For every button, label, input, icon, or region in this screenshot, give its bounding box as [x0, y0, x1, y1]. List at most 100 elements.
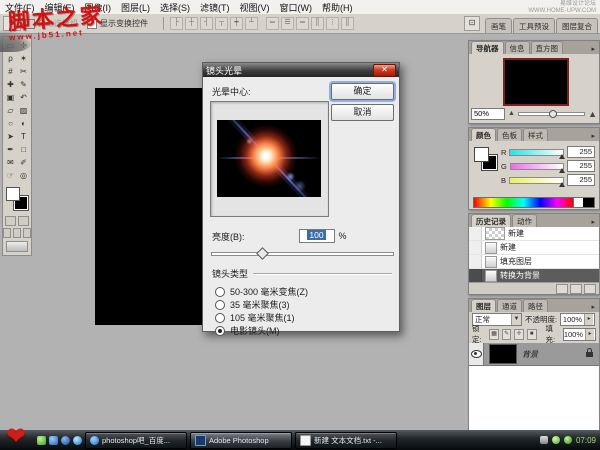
- taskbar-window-photoshop[interactable]: Adobe Photoshop: [190, 432, 292, 449]
- slider-thumb[interactable]: [256, 247, 269, 260]
- menu-select[interactable]: 选择(S): [155, 1, 195, 14]
- lock-pixels-icon[interactable]: ✎: [502, 329, 512, 340]
- slice-tool-icon[interactable]: ✂: [17, 65, 30, 78]
- spectrum-gradient[interactable]: [474, 198, 573, 207]
- eyedropper-tool-icon[interactable]: ✐: [17, 156, 30, 169]
- quicklaunch-icon[interactable]: [49, 436, 58, 445]
- crop-tool-icon[interactable]: #: [4, 65, 17, 78]
- opacity-input[interactable]: 100%▸: [560, 313, 595, 326]
- palette-menu-icon[interactable]: ▸: [589, 132, 597, 141]
- workspace-icon[interactable]: ⊡: [464, 16, 480, 31]
- new-document-from-state-icon[interactable]: [556, 284, 568, 294]
- chevron-icon[interactable]: ▸: [584, 314, 593, 325]
- menu-view[interactable]: 视图(V): [235, 1, 275, 14]
- layer-name[interactable]: 背景: [522, 349, 538, 360]
- gradient-tool-icon[interactable]: ▨: [17, 104, 30, 117]
- tray-input-icon[interactable]: [540, 436, 548, 444]
- fullscreen-menubar-button[interactable]: [13, 228, 21, 238]
- menu-help[interactable]: 帮助(H): [317, 1, 358, 14]
- zoom-in-icon[interactable]: ▲: [588, 109, 597, 119]
- lock-all-icon[interactable]: ■: [527, 329, 537, 340]
- history-item-row-selected[interactable]: 转换为背景: [469, 269, 599, 282]
- show-transform-checkbox[interactable]: 显示变换控件: [87, 18, 148, 29]
- distribute-center-icon[interactable]: ⋮: [326, 17, 339, 30]
- align-bottom-icon[interactable]: ┴: [245, 17, 258, 30]
- chevron-icon[interactable]: ▸: [585, 329, 594, 340]
- blur-tool-icon[interactable]: ○: [4, 117, 17, 130]
- history-source-column[interactable]: [469, 241, 482, 254]
- distribute-bottom-icon[interactable]: ═: [296, 17, 309, 30]
- navigator-thumbnail[interactable]: [503, 58, 569, 106]
- align-middle-icon[interactable]: ┿: [230, 17, 243, 30]
- navigator-zoom-slider[interactable]: [518, 112, 585, 116]
- red-slider-thumb[interactable]: [559, 154, 565, 159]
- flare-preview[interactable]: [217, 120, 321, 197]
- menu-image[interactable]: 图像(I): [80, 1, 117, 14]
- shape-tool-icon[interactable]: □: [17, 143, 30, 156]
- auto-select-checkbox[interactable]: 自动选择组: [25, 18, 78, 29]
- palette-menu-icon[interactable]: ▸: [589, 303, 597, 312]
- history-item-row[interactable]: 填充图层: [469, 255, 599, 269]
- quicklaunch-icon[interactable]: [73, 436, 82, 445]
- blue-slider-thumb[interactable]: [559, 182, 565, 187]
- clock[interactable]: 07:09: [576, 436, 596, 445]
- tab-actions[interactable]: 动作: [512, 214, 537, 227]
- tab-layer-comps[interactable]: 图层复合: [556, 18, 598, 33]
- align-left-icon[interactable]: ├: [170, 17, 183, 30]
- zoom-slider-thumb[interactable]: [549, 110, 557, 118]
- tab-brushes[interactable]: 画笔: [485, 18, 512, 33]
- align-top-icon[interactable]: ┬: [215, 17, 228, 30]
- brush-tool-icon[interactable]: ✎: [17, 78, 30, 91]
- menu-layer[interactable]: 图层(L): [116, 1, 155, 14]
- color-spectrum-bar[interactable]: [473, 197, 595, 208]
- radio-icon[interactable]: [215, 287, 225, 297]
- tab-swatches[interactable]: 色板: [497, 128, 522, 141]
- foreground-color-swatch[interactable]: [6, 187, 20, 201]
- tab-color[interactable]: 颜色: [471, 128, 496, 141]
- layer-row-background[interactable]: 背景: [469, 343, 599, 366]
- pen-tool-icon[interactable]: ✒: [4, 143, 17, 156]
- menu-filter[interactable]: 滤镜(T): [195, 1, 235, 14]
- lock-position-icon[interactable]: ✛: [514, 329, 524, 340]
- history-source-column[interactable]: [469, 227, 482, 240]
- spectrum-black[interactable]: [583, 198, 594, 207]
- brightness-input[interactable]: 100: [299, 229, 335, 243]
- visibility-cell[interactable]: [469, 343, 484, 365]
- dodge-tool-icon[interactable]: ◐: [17, 117, 30, 130]
- palette-menu-icon[interactable]: ▸: [589, 218, 597, 227]
- healing-brush-tool-icon[interactable]: ✚: [4, 78, 17, 91]
- tab-history[interactable]: 历史记录: [471, 214, 511, 227]
- history-snapshot-row[interactable]: 新建: [469, 227, 599, 241]
- radio-icon[interactable]: [215, 313, 225, 323]
- align-right-icon[interactable]: ┤: [200, 17, 213, 30]
- tab-navigator[interactable]: 导航器: [471, 41, 504, 54]
- fullscreen-button[interactable]: [23, 228, 31, 238]
- chevron-down-icon[interactable]: ▼: [511, 314, 521, 325]
- path-select-tool-icon[interactable]: ➤: [4, 130, 17, 143]
- distribute-top-icon[interactable]: ═: [266, 17, 279, 30]
- history-source-column[interactable]: [469, 269, 482, 282]
- tray-icon[interactable]: [564, 436, 572, 444]
- imageready-button[interactable]: [6, 241, 28, 252]
- clone-stamp-tool-icon[interactable]: ▣: [4, 91, 17, 104]
- magic-wand-tool-icon[interactable]: ✶: [17, 52, 30, 65]
- quicklaunch-icon[interactable]: [37, 436, 46, 445]
- tray-icon[interactable]: [552, 436, 560, 444]
- zoom-tool-icon[interactable]: ◎: [17, 169, 30, 182]
- palette-menu-icon[interactable]: ▸: [589, 45, 597, 54]
- eraser-tool-icon[interactable]: ▱: [4, 104, 17, 117]
- dialog-title-bar[interactable]: 镜头光晕 ✕: [203, 63, 399, 77]
- green-value-input[interactable]: 255: [567, 160, 595, 172]
- delete-state-icon[interactable]: [584, 284, 596, 294]
- foreground-color-swatch[interactable]: [474, 147, 489, 162]
- lens-option-movie-prime[interactable]: 电影镜头(M): [215, 324, 280, 337]
- new-snapshot-icon[interactable]: [570, 284, 582, 294]
- distribute-right-icon[interactable]: ║: [341, 17, 354, 30]
- green-slider-thumb[interactable]: [559, 168, 565, 173]
- spectrum-white[interactable]: [573, 198, 583, 207]
- standard-screen-button[interactable]: [3, 228, 11, 238]
- ok-button[interactable]: 确定: [331, 83, 394, 100]
- tab-tool-presets[interactable]: 工具预设: [513, 18, 555, 33]
- distribute-left-icon[interactable]: ║: [311, 17, 324, 30]
- standard-mode-button[interactable]: [5, 216, 16, 226]
